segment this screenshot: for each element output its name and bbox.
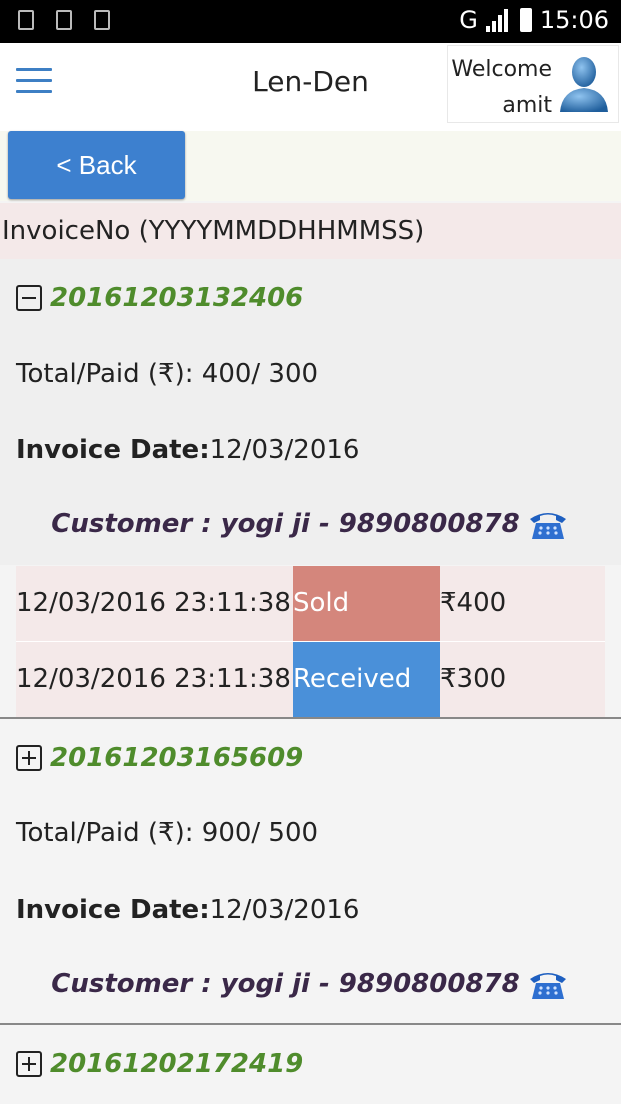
status-bar: G 15:06 (0, 0, 621, 43)
transaction-amount: ₹400 (440, 588, 507, 618)
expand-icon[interactable] (16, 1051, 42, 1077)
customer-info: Customer : yogi ji - 9890800878 (0, 507, 621, 541)
transaction-row: 12/03/2016 23:11:38 Received ₹300 (16, 642, 605, 717)
sim-icon (18, 10, 34, 30)
transaction-list: 12/03/2016 23:11:38 Sold ₹400 12/03/2016… (16, 566, 605, 717)
clock: 15:06 (539, 6, 609, 34)
customer-info: Customer : yogi ji - 9890800878 (0, 967, 621, 1001)
invoice-item: 20161203132406 Total/Paid (₹): 400/ 300 … (0, 259, 621, 565)
invoice-number: 20161203132406 (50, 283, 304, 313)
user-name: amit (502, 93, 552, 118)
user-avatar-icon (560, 57, 608, 112)
invoice-header-row[interactable]: 20161202172419 (16, 1049, 303, 1079)
transaction-type-sold: Sold (293, 566, 440, 641)
app-header: Len-Den Welcome amit (0, 43, 621, 132)
transaction-amount: ₹300 (440, 664, 507, 694)
back-bar: < Back (0, 131, 621, 201)
invoice-header-row[interactable]: 20161203132406 (16, 283, 303, 313)
invoice-item: 20161202172419 (0, 1025, 621, 1104)
customer-text: Customer : yogi ji - 9890800878 (51, 509, 520, 539)
invoice-date-label: Invoice Date: (16, 435, 210, 465)
invoice-header-row[interactable]: 20161203165609 (16, 743, 303, 773)
user-welcome[interactable]: Welcome amit (447, 45, 619, 123)
back-button[interactable]: < Back (8, 131, 185, 199)
total-paid: Total/Paid (₹): 400/ 300 (16, 359, 319, 389)
network-type: G (459, 6, 478, 34)
battery-icon (519, 8, 532, 32)
invoice-date: Invoice Date:12/03/2016 (16, 895, 359, 925)
phone-icon[interactable] (526, 507, 570, 541)
message-icon (94, 10, 110, 30)
total-paid: Total/Paid (₹): 900/ 500 (16, 818, 319, 848)
invoice-date: Invoice Date:12/03/2016 (16, 435, 359, 465)
image-icon (56, 10, 72, 30)
phone-icon[interactable] (526, 967, 570, 1001)
transaction-datetime: 12/03/2016 23:11:38 (16, 588, 291, 618)
invoice-date-value: 12/03/2016 (209, 895, 360, 925)
invoice-number: 20161203165609 (50, 743, 304, 773)
transaction-type-received: Received (293, 642, 440, 717)
invoice-date-label: Invoice Date: (16, 895, 210, 925)
status-right: G 15:06 (459, 6, 609, 34)
invoice-number-format-label: InvoiceNo (YYYYMMDDHHMMSS) (0, 203, 621, 259)
status-left-icons (18, 10, 110, 30)
expand-icon[interactable] (16, 745, 42, 771)
transaction-datetime: 12/03/2016 23:11:38 (16, 664, 291, 694)
welcome-text: Welcome amit (451, 52, 552, 124)
collapse-icon[interactable] (16, 285, 42, 311)
signal-icon (485, 8, 512, 32)
invoice-date-value: 12/03/2016 (209, 435, 360, 465)
invoice-item: 20161203165609 Total/Paid (₹): 900/ 500 … (0, 719, 621, 1023)
customer-text: Customer : yogi ji - 9890800878 (51, 969, 520, 999)
invoice-number: 20161202172419 (50, 1049, 304, 1079)
transaction-row: 12/03/2016 23:11:38 Sold ₹400 (16, 566, 605, 641)
welcome-label: Welcome (451, 57, 552, 82)
